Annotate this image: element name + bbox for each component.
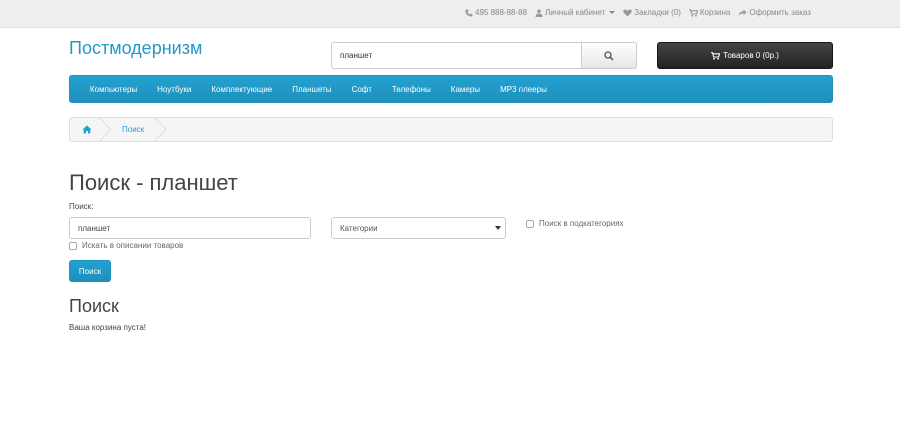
search-field-label: Поиск: — [69, 202, 94, 211]
checkout-link[interactable]: Оформить заказ — [738, 8, 811, 17]
store-logo[interactable]: Постмодернизм — [69, 38, 202, 59]
menu-item-laptops[interactable]: Ноутбуки — [147, 85, 201, 94]
search-button[interactable]: Поиск — [69, 260, 111, 282]
menu-item-phones[interactable]: Телефоны — [382, 85, 441, 94]
search-icon — [604, 50, 614, 61]
header-search-button[interactable] — [581, 42, 637, 69]
menu-item-computers[interactable]: Компьютеры — [80, 85, 147, 94]
main-menu: Компьютеры Ноутбуки Комплектующие Планше… — [69, 75, 833, 103]
empty-results-message: Ваша корзина пуста! — [69, 323, 146, 332]
top-links: 495 888-88-88 Личный кабинет Закладки (0… — [465, 8, 811, 17]
chevron-down-icon — [495, 226, 501, 230]
subcategory-checkbox[interactable] — [526, 219, 534, 228]
chevron-down-icon — [609, 11, 616, 14]
description-checkbox[interactable] — [69, 241, 77, 250]
menu-item-cameras[interactable]: Камеры — [441, 85, 490, 94]
header-search — [331, 42, 637, 69]
cart-label: Корзина — [699, 8, 731, 17]
breadcrumb-home[interactable] — [70, 118, 112, 141]
subcategory-checkbox-row[interactable]: Поиск в подкатегориях — [526, 219, 624, 228]
phone-icon — [465, 9, 473, 17]
wishlist-link[interactable]: Закладки (0) — [623, 8, 681, 17]
heart-icon — [623, 9, 632, 17]
cart-button[interactable]: Товаров 0 (0р.) — [657, 42, 833, 69]
breadcrumb-separator — [100, 118, 112, 141]
home-icon — [82, 125, 92, 134]
cart-link[interactable]: Корзина — [688, 8, 731, 17]
top-bar: 495 888-88-88 Личный кабинет Закладки (0… — [0, 0, 900, 28]
results-title: Поиск — [69, 296, 119, 316]
category-select[interactable]: Категории — [331, 217, 506, 239]
shopping-cart-icon — [688, 8, 698, 17]
search-criteria-input[interactable] — [69, 217, 311, 239]
phone-text: 495 888-88-88 — [475, 8, 528, 17]
cart-button-label: Товаров 0 (0р.) — [723, 51, 779, 60]
header-search-input[interactable] — [331, 42, 581, 69]
menu-item-software[interactable]: Софт — [342, 85, 382, 94]
menu-item-tablets[interactable]: Планшеты — [282, 85, 341, 94]
shopping-cart-icon — [711, 51, 721, 60]
checkout-label: Оформить заказ — [749, 8, 811, 17]
breadcrumb: Поиск — [69, 117, 833, 142]
menu-item-mp3[interactable]: MP3 плееры — [490, 85, 557, 94]
phone-link[interactable]: 495 888-88-88 — [465, 8, 527, 17]
description-checkbox-row[interactable]: Искать в описании товаров — [69, 241, 183, 250]
account-label: Личный кабинет — [545, 8, 606, 17]
page-title: Поиск - планшет — [69, 170, 238, 195]
category-select-value: Категории — [340, 223, 378, 233]
breadcrumb-separator — [155, 118, 167, 141]
subcategory-checkbox-label: Поиск в подкатегориях — [539, 219, 624, 228]
wishlist-label: Закладки (0) — [634, 8, 681, 17]
account-dropdown[interactable]: Личный кабинет — [535, 8, 616, 17]
user-icon — [535, 9, 543, 17]
share-arrow-icon — [738, 9, 747, 17]
description-checkbox-label: Искать в описании товаров — [82, 241, 184, 250]
menu-item-components[interactable]: Комплектующие — [201, 85, 282, 94]
